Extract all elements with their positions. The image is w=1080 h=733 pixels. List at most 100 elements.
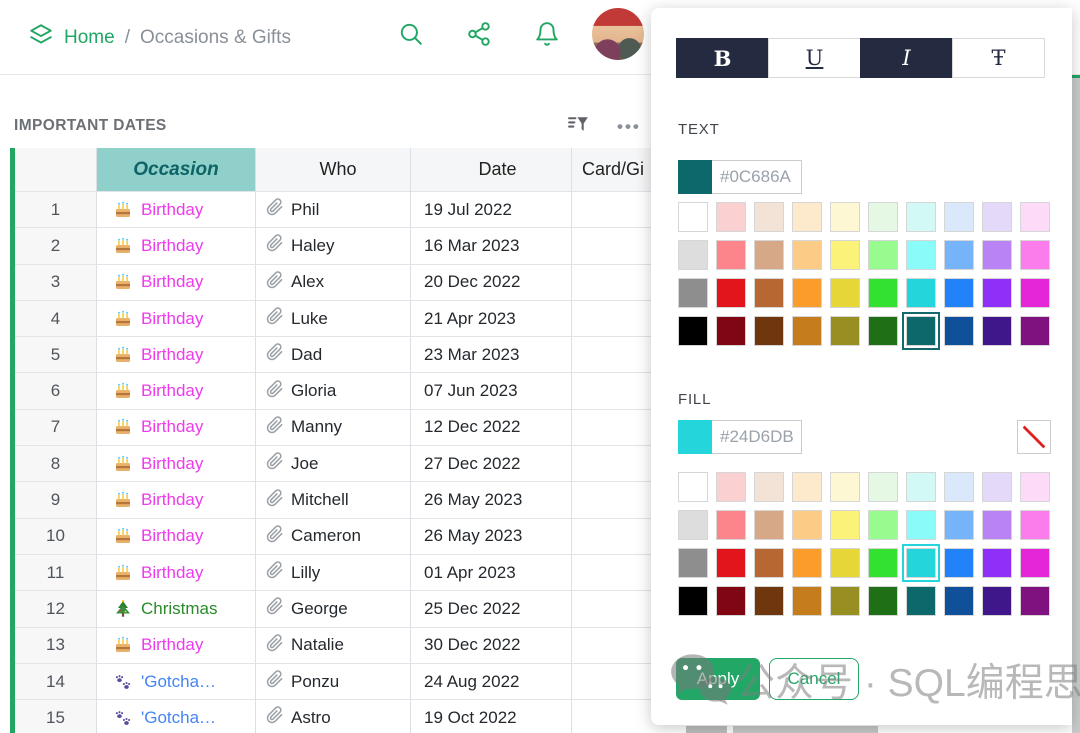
color-swatch[interactable] bbox=[830, 510, 860, 540]
vertical-scrollbar[interactable] bbox=[1072, 78, 1080, 733]
occasion-cell[interactable]: 'Gotcha… bbox=[97, 664, 256, 700]
who-cell[interactable]: Luke bbox=[256, 301, 411, 337]
who-cell[interactable]: Mitchell bbox=[256, 482, 411, 518]
date-cell[interactable]: 19 Jul 2022 bbox=[411, 192, 572, 228]
more-options-icon[interactable]: ••• bbox=[617, 117, 641, 137]
date-cell[interactable]: 30 Dec 2022 bbox=[411, 628, 572, 664]
color-swatch[interactable] bbox=[792, 316, 822, 346]
who-cell[interactable]: Dad bbox=[256, 337, 411, 373]
color-swatch[interactable] bbox=[1020, 240, 1050, 270]
date-cell[interactable]: 25 Dec 2022 bbox=[411, 591, 572, 627]
strike-button[interactable]: Ŧ bbox=[952, 38, 1045, 78]
color-swatch[interactable] bbox=[1020, 586, 1050, 616]
occasion-cell[interactable]: Birthday bbox=[97, 410, 256, 446]
date-cell[interactable]: 23 Mar 2023 bbox=[411, 337, 572, 373]
occasion-cell[interactable]: Birthday bbox=[97, 337, 256, 373]
color-swatch[interactable] bbox=[754, 472, 784, 502]
card-gift-cell[interactable] bbox=[572, 482, 651, 518]
stack-logo-icon[interactable] bbox=[28, 22, 54, 54]
color-swatch[interactable] bbox=[982, 472, 1012, 502]
who-cell[interactable]: Lilly bbox=[256, 555, 411, 591]
date-cell[interactable]: 26 May 2023 bbox=[411, 482, 572, 518]
color-swatch[interactable] bbox=[716, 316, 746, 346]
color-swatch[interactable] bbox=[944, 278, 974, 308]
color-swatch[interactable] bbox=[678, 548, 708, 578]
color-swatch[interactable] bbox=[792, 548, 822, 578]
color-swatch[interactable] bbox=[678, 316, 708, 346]
occasion-cell[interactable]: Birthday bbox=[97, 228, 256, 264]
color-swatch[interactable] bbox=[716, 240, 746, 270]
header-who[interactable]: Who bbox=[256, 148, 411, 192]
color-swatch[interactable] bbox=[830, 586, 860, 616]
color-swatch[interactable] bbox=[716, 510, 746, 540]
color-swatch[interactable] bbox=[868, 510, 898, 540]
color-swatch[interactable] bbox=[982, 510, 1012, 540]
color-swatch[interactable] bbox=[868, 278, 898, 308]
color-swatch[interactable] bbox=[678, 240, 708, 270]
color-swatch[interactable] bbox=[716, 278, 746, 308]
who-cell[interactable]: Ponzu bbox=[256, 664, 411, 700]
color-swatch[interactable] bbox=[906, 240, 936, 270]
color-swatch[interactable] bbox=[868, 202, 898, 232]
occasion-cell[interactable]: Birthday bbox=[97, 628, 256, 664]
who-cell[interactable]: Gloria bbox=[256, 373, 411, 409]
occasion-cell[interactable]: Birthday bbox=[97, 192, 256, 228]
color-swatch[interactable] bbox=[944, 240, 974, 270]
cancel-button[interactable]: Cancel bbox=[769, 658, 859, 700]
color-swatch[interactable] bbox=[1020, 316, 1050, 346]
color-swatch[interactable] bbox=[868, 240, 898, 270]
occasion-cell[interactable]: Christmas bbox=[97, 591, 256, 627]
card-gift-cell[interactable] bbox=[572, 700, 651, 733]
who-cell[interactable]: George bbox=[256, 591, 411, 627]
color-swatch[interactable] bbox=[982, 586, 1012, 616]
color-swatch[interactable] bbox=[944, 316, 974, 346]
color-swatch[interactable] bbox=[716, 548, 746, 578]
color-swatch[interactable] bbox=[868, 472, 898, 502]
occasion-cell[interactable]: Birthday bbox=[97, 373, 256, 409]
date-cell[interactable]: 19 Oct 2022 bbox=[411, 700, 572, 733]
color-swatch[interactable] bbox=[906, 472, 936, 502]
who-cell[interactable]: Manny bbox=[256, 410, 411, 446]
card-gift-cell[interactable] bbox=[572, 555, 651, 591]
color-swatch[interactable] bbox=[792, 472, 822, 502]
who-cell[interactable]: Alex bbox=[256, 265, 411, 301]
color-swatch[interactable] bbox=[754, 510, 784, 540]
occasion-cell[interactable]: Birthday bbox=[97, 446, 256, 482]
color-swatch[interactable] bbox=[1020, 548, 1050, 578]
occasion-cell[interactable]: Birthday bbox=[97, 555, 256, 591]
color-swatch[interactable] bbox=[982, 278, 1012, 308]
color-swatch[interactable] bbox=[830, 472, 860, 502]
color-swatch[interactable] bbox=[754, 586, 784, 616]
color-swatch[interactable] bbox=[792, 278, 822, 308]
color-swatch[interactable] bbox=[944, 202, 974, 232]
date-cell[interactable]: 24 Aug 2022 bbox=[411, 664, 572, 700]
color-swatch[interactable] bbox=[830, 548, 860, 578]
color-swatch[interactable] bbox=[792, 202, 822, 232]
color-swatch[interactable] bbox=[754, 278, 784, 308]
horizontal-scrollbar-track[interactable] bbox=[733, 726, 878, 733]
color-swatch[interactable] bbox=[982, 548, 1012, 578]
color-swatch[interactable] bbox=[830, 202, 860, 232]
color-swatch[interactable] bbox=[944, 510, 974, 540]
color-swatch[interactable] bbox=[1020, 510, 1050, 540]
color-swatch[interactable] bbox=[792, 240, 822, 270]
date-cell[interactable]: 27 Dec 2022 bbox=[411, 446, 572, 482]
card-gift-cell[interactable] bbox=[572, 591, 651, 627]
avatar[interactable] bbox=[592, 8, 644, 60]
card-gift-cell[interactable] bbox=[572, 265, 651, 301]
occasion-cell[interactable]: 'Gotcha… bbox=[97, 700, 256, 733]
card-gift-cell[interactable] bbox=[572, 446, 651, 482]
color-swatch[interactable] bbox=[678, 510, 708, 540]
color-swatch[interactable] bbox=[982, 316, 1012, 346]
color-swatch[interactable] bbox=[1020, 472, 1050, 502]
color-swatch[interactable] bbox=[792, 510, 822, 540]
color-swatch[interactable] bbox=[754, 316, 784, 346]
color-swatch[interactable] bbox=[1020, 278, 1050, 308]
color-swatch[interactable] bbox=[678, 278, 708, 308]
card-gift-cell[interactable] bbox=[572, 664, 651, 700]
italic-button[interactable]: I bbox=[860, 38, 953, 78]
occasion-cell[interactable]: Birthday bbox=[97, 265, 256, 301]
color-swatch[interactable] bbox=[792, 586, 822, 616]
color-swatch[interactable] bbox=[830, 316, 860, 346]
color-swatch[interactable] bbox=[716, 472, 746, 502]
